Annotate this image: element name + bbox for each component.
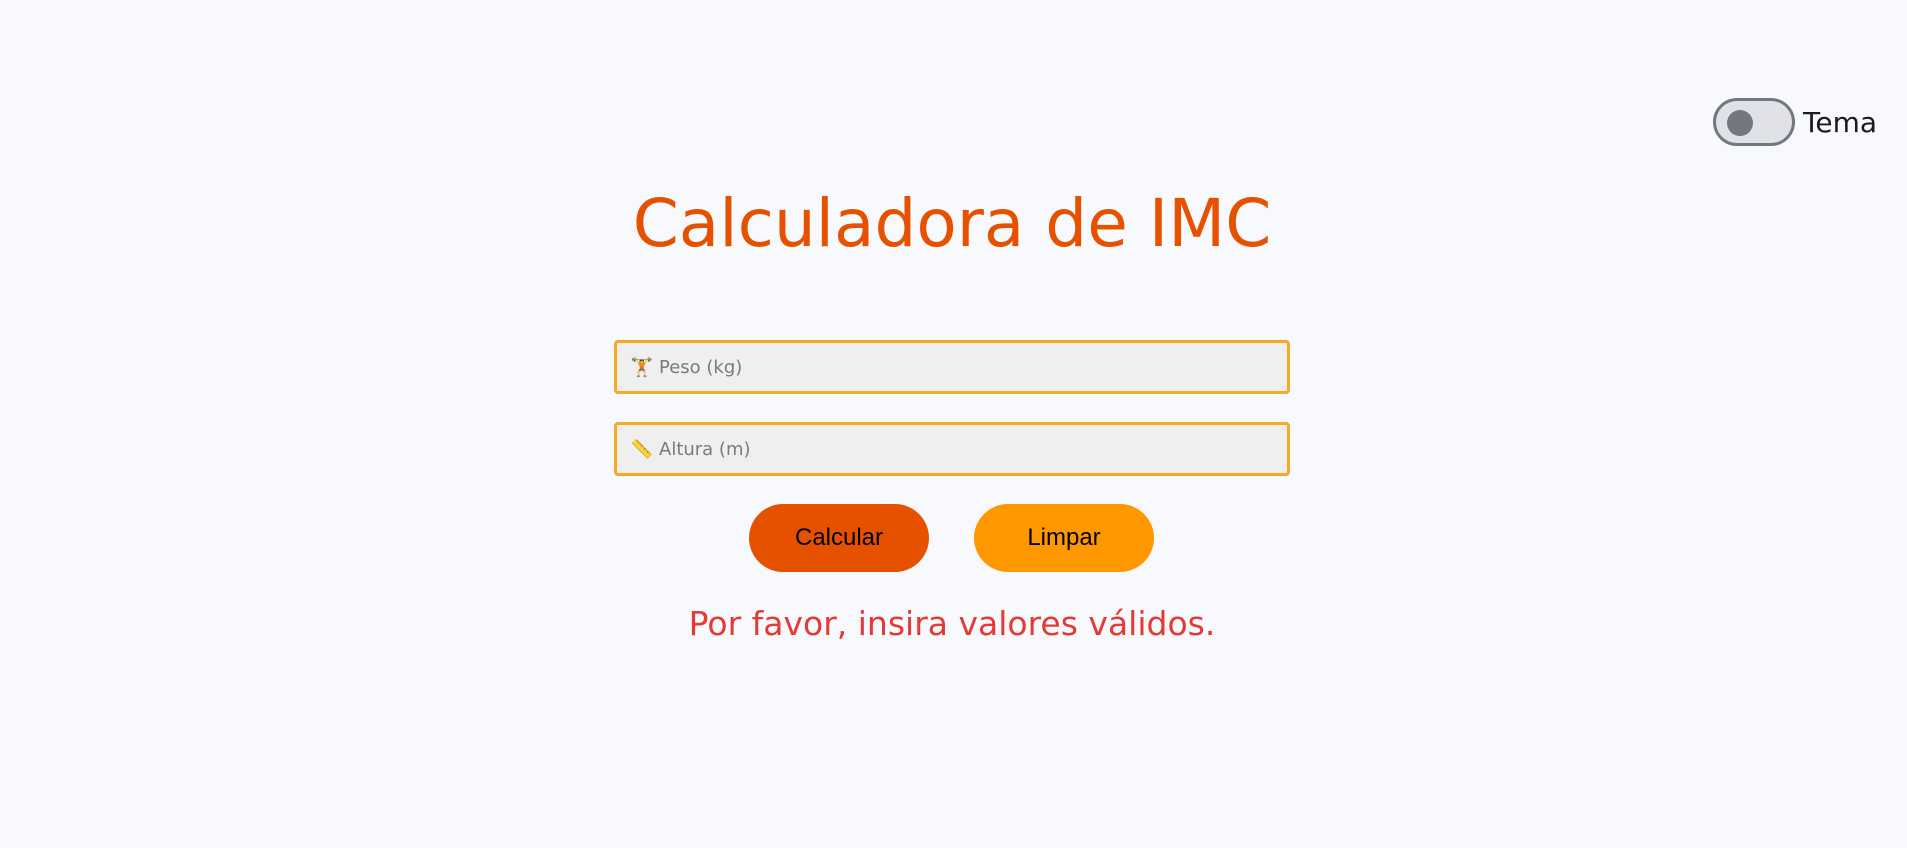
- weight-input[interactable]: [657, 355, 1287, 379]
- theme-toggle[interactable]: Tema: [1713, 98, 1877, 146]
- weightlifter-icon: 🏋: [630, 356, 654, 377]
- clear-button[interactable]: Limpar: [974, 504, 1154, 572]
- height-input[interactable]: [657, 437, 1287, 461]
- ruler-icon: 📏: [630, 438, 654, 459]
- weight-field[interactable]: 🏋: [614, 340, 1290, 394]
- theme-switch[interactable]: [1713, 98, 1795, 146]
- page-title: Calculadora de IMC: [632, 185, 1272, 262]
- calculate-button[interactable]: Calcular: [749, 504, 929, 572]
- height-field[interactable]: 📏: [614, 422, 1290, 476]
- switch-thumb: [1727, 110, 1753, 136]
- validation-error-message: Por favor, insira valores válidos.: [688, 604, 1216, 643]
- bmi-calculator-page: Tema Calculadora de IMC 🏋 📏 Calcular Lim…: [0, 0, 1907, 848]
- theme-toggle-label: Tema: [1803, 105, 1878, 139]
